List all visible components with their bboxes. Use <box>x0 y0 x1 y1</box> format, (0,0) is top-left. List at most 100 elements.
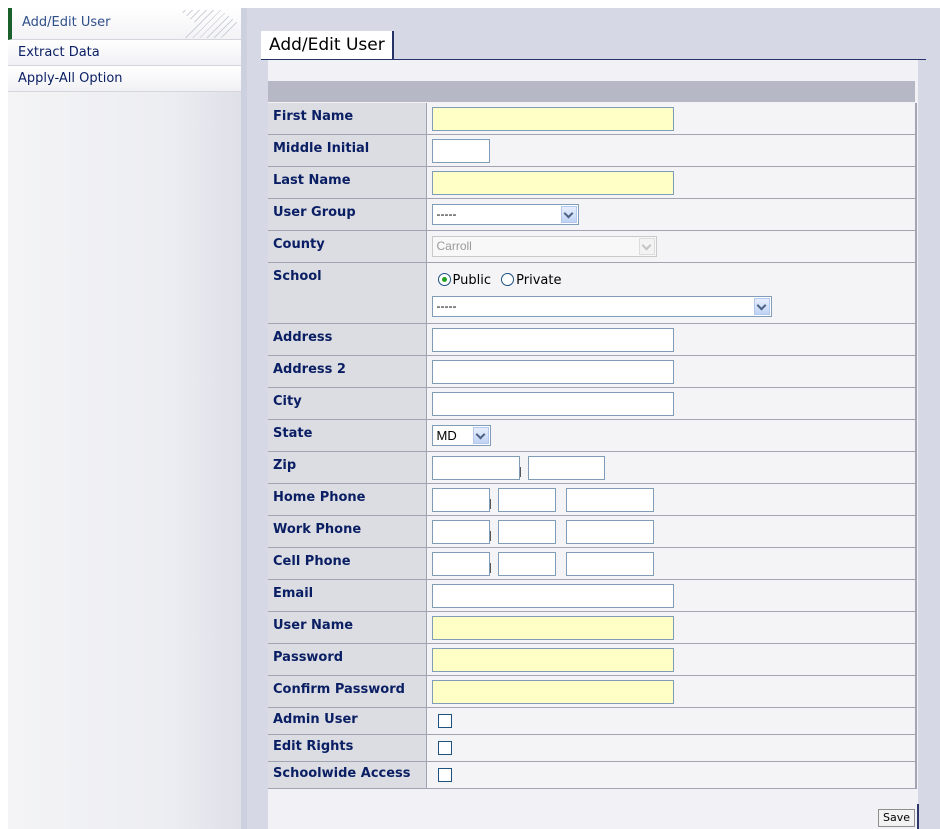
field-label: Home Phone <box>268 483 427 516</box>
home-phone-prefix-input[interactable] <box>497 487 556 512</box>
row-user-group: User Group ----- <box>268 198 917 231</box>
schoolwide-access-checkbox[interactable] <box>437 768 452 782</box>
field-label: First Name <box>268 103 427 135</box>
cell-phone-line-input[interactable] <box>565 551 654 576</box>
row-state: State MD <box>268 419 917 452</box>
field-label: Address 2 <box>268 355 427 388</box>
sidebar-item-add-edit-user[interactable]: Add/Edit User <box>8 8 241 40</box>
row-confirm-password: Confirm Password <box>268 675 917 708</box>
row-email: Email <box>268 579 917 612</box>
sidebar-item-apply-all-option[interactable]: Apply-All Option <box>8 66 241 92</box>
row-home-phone: Home Phone <box>268 483 917 516</box>
field-label: County <box>268 230 427 263</box>
work-phone-line-input[interactable] <box>565 519 654 544</box>
form-header-bar <box>268 81 915 102</box>
zip-input[interactable] <box>431 455 520 480</box>
confirm-password-input[interactable] <box>431 679 674 704</box>
county-select: Carroll <box>431 236 657 257</box>
field-label: User Name <box>268 611 427 644</box>
first-name-input[interactable] <box>431 106 674 131</box>
dash-separator <box>489 488 498 512</box>
radio-public[interactable] <box>437 273 451 286</box>
county-selected: Carroll <box>436 239 472 253</box>
dash-separator <box>489 520 498 544</box>
cell-phone-area-input[interactable] <box>431 551 490 576</box>
field-label: School <box>268 262 427 324</box>
user-group-select[interactable]: ----- <box>431 204 579 225</box>
row-edit-rights: Edit Rights <box>268 734 917 762</box>
school-select[interactable]: ----- <box>431 296 772 317</box>
field-label: Admin User <box>268 707 427 735</box>
cell-phone-prefix-input[interactable] <box>497 551 556 576</box>
row-address: Address <box>268 323 917 356</box>
row-work-phone: Work Phone <box>268 515 917 548</box>
page-title: Add/Edit User <box>261 31 394 59</box>
row-cell-phone: Cell Phone <box>268 547 917 580</box>
city-input[interactable] <box>431 391 674 416</box>
field-label: State <box>268 419 427 452</box>
field-label: Work Phone <box>268 515 427 548</box>
row-city: City <box>268 387 917 420</box>
field-label: Cell Phone <box>268 547 427 580</box>
email-input[interactable] <box>431 583 674 608</box>
radio-private[interactable] <box>501 273 515 286</box>
field-label: City <box>268 387 427 420</box>
field-label: Email <box>268 579 427 612</box>
row-last-name: Last Name <box>268 166 917 199</box>
work-phone-area-input[interactable] <box>431 519 490 544</box>
address-2-input[interactable] <box>431 359 674 384</box>
field-label: Zip <box>268 451 427 484</box>
sidebar: Add/Edit User Extract Data Apply-All Opt… <box>8 8 247 829</box>
chevron-down-icon <box>638 238 655 255</box>
field-label: User Group <box>268 198 427 231</box>
state-select[interactable]: MD <box>431 425 491 446</box>
chevron-down-icon[interactable] <box>753 298 770 315</box>
dash-separator <box>519 456 528 480</box>
password-input[interactable] <box>431 647 674 672</box>
last-name-input[interactable] <box>431 170 674 195</box>
field-label: Password <box>268 643 427 676</box>
row-address-2: Address 2 <box>268 355 917 388</box>
field-label: Middle Initial <box>268 134 427 167</box>
field-label: Last Name <box>268 166 427 199</box>
row-first-name: First Name <box>268 103 917 135</box>
row-school: School Public Private ----- <box>268 262 917 324</box>
main-content: Add/Edit User First Name Middle Initial … <box>247 8 940 829</box>
work-phone-prefix-input[interactable] <box>497 519 556 544</box>
field-label: Edit Rights <box>268 734 427 762</box>
school-selected: ----- <box>436 299 457 313</box>
row-user-name: User Name <box>268 611 917 644</box>
tab-underline <box>261 59 926 60</box>
edit-rights-checkbox[interactable] <box>437 741 452 755</box>
radio-private-label: Private <box>516 273 562 288</box>
middle-initial-input[interactable] <box>431 138 490 163</box>
user-name-input[interactable] <box>431 615 674 640</box>
school-type-radios: Public Private <box>432 268 916 294</box>
home-phone-line-input[interactable] <box>565 487 654 512</box>
active-chevron-icon <box>179 10 239 38</box>
sidebar-item-label: Add/Edit User <box>22 15 111 30</box>
row-zip: Zip <box>268 451 917 484</box>
zip-plus4-input[interactable] <box>527 455 605 480</box>
admin-user-checkbox[interactable] <box>437 714 452 728</box>
address-input[interactable] <box>431 327 674 352</box>
save-button[interactable]: Save <box>877 809 915 827</box>
field-label: Confirm Password <box>268 675 427 708</box>
row-password: Password <box>268 643 917 676</box>
sidebar-item-label: Apply-All Option <box>18 71 123 86</box>
chevron-down-icon[interactable] <box>472 427 489 444</box>
sidebar-item-label: Extract Data <box>18 45 100 60</box>
user-form: First Name Middle Initial Last Name User… <box>268 103 917 789</box>
row-middle-initial: Middle Initial <box>268 134 917 167</box>
row-admin-user: Admin User <box>268 707 917 735</box>
chevron-down-icon[interactable] <box>560 206 577 223</box>
sidebar-item-extract-data[interactable]: Extract Data <box>8 40 241 66</box>
divider <box>917 804 919 829</box>
radio-public-label: Public <box>452 273 491 288</box>
field-label: Address <box>268 323 427 356</box>
field-label: Schoolwide Access <box>268 761 427 789</box>
user-group-selected: ----- <box>436 207 457 221</box>
home-phone-area-input[interactable] <box>431 487 490 512</box>
dash-separator <box>489 552 498 576</box>
row-schoolwide-access: Schoolwide Access <box>268 761 917 789</box>
